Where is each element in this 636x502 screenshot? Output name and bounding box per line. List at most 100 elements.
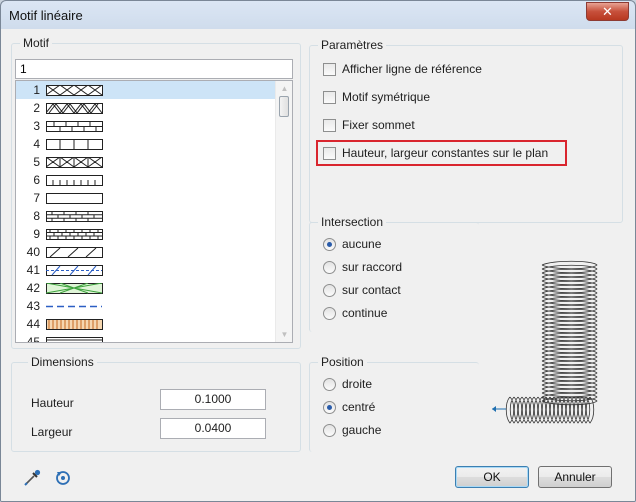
motif-pattern-swatch — [46, 264, 103, 276]
position-droite-radio[interactable] — [323, 377, 336, 391]
motif-pattern-swatch — [46, 228, 103, 240]
motif-pattern-swatch — [46, 120, 103, 132]
motif-item-number: 9 — [33, 227, 40, 241]
motif-pattern-swatch — [46, 174, 103, 186]
position-centre-radio[interactable] — [323, 400, 336, 414]
cancel-button[interactable]: Annuler — [538, 466, 612, 488]
intersection-sur-contact-radio[interactable] — [323, 283, 336, 297]
pattern-preview — [492, 260, 598, 424]
intersection-aucune-row[interactable]: aucune — [323, 237, 381, 251]
motif-pattern-swatch — [46, 156, 103, 168]
motif-pattern-swatch — [46, 102, 103, 114]
hauteur-label: Hauteur — [31, 396, 74, 410]
motif-item-number: 7 — [33, 191, 40, 205]
hauteur-constante-checkbox-row[interactable]: Hauteur, largeur constantes sur le plan — [323, 146, 548, 160]
position-gauche-radio[interactable] — [323, 423, 336, 437]
motif-item-number: 5 — [33, 155, 40, 169]
eyedropper-icon[interactable] — [23, 467, 43, 487]
scroll-thumb[interactable] — [279, 96, 289, 117]
motif-list-item[interactable]: 9 — [16, 225, 275, 243]
motif-list-item[interactable]: 4 — [16, 135, 275, 153]
motif-list-scrollbar[interactable]: ▲ ▼ — [275, 81, 292, 342]
motif-symetrique-checkbox-row[interactable]: Motif symétrique — [323, 90, 430, 104]
position-gauche-label: gauche — [342, 423, 382, 437]
motif-list-item[interactable]: 8 — [16, 207, 275, 225]
motif-search-input[interactable] — [15, 59, 293, 79]
motif-item-number: 8 — [33, 209, 40, 223]
motif-pattern-swatch — [46, 282, 103, 294]
motif-item-number: 43 — [26, 299, 40, 313]
motif-pattern-swatch — [46, 246, 103, 258]
fixer-sommet-label: Fixer sommet — [342, 118, 415, 132]
motif-item-number: 42 — [26, 281, 40, 295]
afficher-ligne-checkbox[interactable] — [323, 62, 336, 76]
motif-item-number: 4 — [33, 137, 40, 151]
intersection-group-title: Intersection — [318, 215, 387, 229]
intersection-continue-label: continue — [342, 306, 388, 320]
motif-pattern-swatch — [46, 84, 103, 96]
hauteur-constante-checkbox[interactable] — [323, 146, 336, 160]
position-droite-label: droite — [342, 377, 373, 391]
intersection-continue-row[interactable]: continue — [323, 306, 387, 320]
position-centre-row[interactable]: centré — [323, 400, 375, 414]
position-droite-row[interactable]: droite — [323, 377, 372, 391]
motif-list-item[interactable]: 2 — [16, 99, 275, 117]
motif-list-item[interactable]: 3 — [16, 117, 275, 135]
intersection-sur-raccord-radio[interactable] — [323, 260, 336, 274]
parametres-group-title: Paramètres — [318, 38, 387, 52]
motif-list-item[interactable]: 6 — [16, 171, 275, 189]
largeur-input[interactable]: 0.0400 — [160, 418, 266, 439]
intersection-continue-radio[interactable] — [323, 306, 336, 320]
dialog-content: Motif 123456789404142434445 ▲ ▼ Paramètr… — [7, 29, 631, 460]
hauteur-input[interactable]: 0.1000 — [160, 389, 266, 410]
position-gauche-row[interactable]: gauche — [323, 423, 381, 437]
fixer-sommet-checkbox[interactable] — [323, 118, 336, 132]
motif-symetrique-checkbox[interactable] — [323, 90, 336, 104]
motif-pattern-swatch — [46, 318, 103, 330]
intersection-aucune-radio[interactable] — [323, 237, 336, 251]
position-group-title: Position — [318, 355, 367, 369]
title-bar[interactable]: Motif linéaire ✕ — [1, 1, 635, 29]
motif-list[interactable]: 1 2 3 4 5 6 7 8 9 40 41 42 43 44 45 ▲ ▼ — [15, 80, 293, 343]
intersection-sur-raccord-label: sur raccord — [342, 260, 403, 274]
preview-vertical-coil — [541, 260, 598, 406]
motif-list-item[interactable]: 43 — [16, 297, 275, 315]
fixer-sommet-checkbox-row[interactable]: Fixer sommet — [323, 118, 415, 132]
close-button[interactable]: ✕ — [586, 2, 629, 21]
motif-list-item[interactable]: 40 — [16, 243, 275, 261]
close-icon: ✕ — [602, 3, 613, 19]
motif-item-number: 1 — [33, 83, 40, 97]
ok-button[interactable]: OK — [455, 466, 529, 488]
motif-pattern-swatch — [46, 305, 102, 307]
dimensions-group-title: Dimensions — [28, 355, 97, 369]
position-centre-label: centré — [342, 400, 376, 414]
hauteur-constante-label: Hauteur, largeur constantes sur le plan — [342, 146, 549, 160]
motif-group-title: Motif — [20, 36, 53, 50]
intersection-sur-contact-label: sur contact — [342, 283, 401, 297]
arrow-left-icon — [492, 406, 496, 412]
motif-pattern-swatch — [46, 336, 103, 342]
preview-horizontal-coil — [505, 396, 595, 424]
motif-item-number: 41 — [26, 263, 40, 277]
intersection-sur-raccord-row[interactable]: sur raccord — [323, 260, 402, 274]
motif-list-item[interactable]: 44 — [16, 315, 275, 333]
intersection-sur-contact-row[interactable]: sur contact — [323, 283, 401, 297]
reset-icon[interactable] — [53, 467, 73, 487]
motif-list-item[interactable]: 7 — [16, 189, 275, 207]
window-title: Motif linéaire — [9, 8, 83, 23]
footer-bar: OK Annuler — [1, 459, 635, 501]
scroll-down-icon[interactable]: ▼ — [276, 327, 292, 342]
motif-list-item[interactable]: 5 — [16, 153, 275, 171]
motif-list-item[interactable]: 45 — [16, 333, 275, 343]
intersection-aucune-label: aucune — [342, 237, 382, 251]
motif-list-item[interactable]: 42 — [16, 279, 275, 297]
motif-list-item[interactable]: 41 — [16, 261, 275, 279]
scroll-up-icon[interactable]: ▲ — [276, 81, 292, 96]
motif-item-number: 45 — [26, 335, 40, 343]
motif-list-item[interactable]: 1 — [16, 81, 275, 99]
largeur-label: Largeur — [31, 425, 73, 439]
motif-item-number: 44 — [26, 317, 40, 331]
afficher-ligne-label: Afficher ligne de référence — [342, 62, 482, 76]
afficher-ligne-checkbox-row[interactable]: Afficher ligne de référence — [323, 62, 482, 76]
motif-item-number: 2 — [33, 101, 40, 115]
